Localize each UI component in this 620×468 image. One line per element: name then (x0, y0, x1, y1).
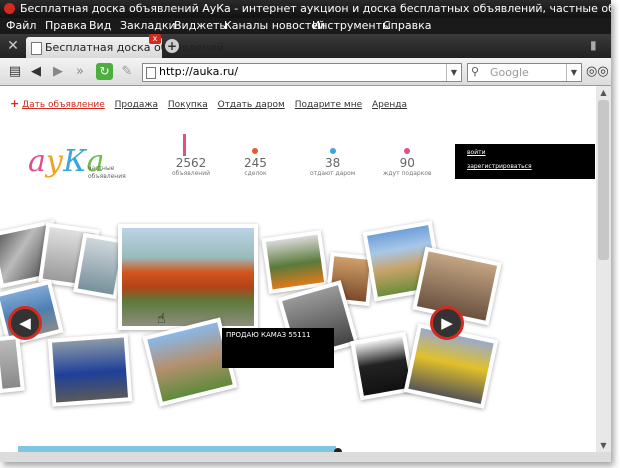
new-tab-button[interactable]: + (165, 39, 179, 53)
page-icon (146, 67, 156, 79)
stat-give-away: 38 отдают даром (310, 148, 356, 177)
vertical-scrollbar[interactable]: ▲ ▼ (596, 86, 611, 452)
nav-link-buy[interactable]: Покупка (168, 100, 208, 110)
site-nav: + Дать объявление Продажа Покупка Отдать… (10, 97, 414, 110)
menu-item-feeds[interactable]: Каналы новостей (224, 19, 325, 32)
hand-cursor-icon: ☝ (157, 311, 166, 327)
edit-pen-icon[interactable]: ✎ (118, 63, 136, 81)
arrow-left-icon[interactable]: ◀ (27, 63, 45, 81)
stat-wait-gifts: 90 ждут подарков (383, 148, 432, 177)
address-url: http://auka.ru/ (159, 65, 239, 78)
logo-letter: а (28, 144, 46, 179)
nav-link-gift-me[interactable]: Подарите мне (295, 100, 362, 110)
stat-value: 2562 (175, 156, 207, 170)
tagline-line: частные (88, 165, 115, 172)
window-title: Бесплатная доска объявлений АуКа - интер… (20, 2, 611, 15)
search-engine-label: Google (490, 66, 529, 79)
nav-link-post-ad[interactable]: Дать объявление (22, 100, 105, 110)
magnifier-icon: ⚲ (471, 65, 480, 78)
stat-dot (404, 148, 411, 154)
stat-value: 38 (325, 156, 341, 170)
logo-letter: у (45, 144, 64, 179)
nav-link-rent[interactable]: Аренда (372, 100, 407, 110)
stat-ads: 2562 объявлений (172, 156, 210, 177)
reload-icon[interactable]: ↻ (96, 63, 113, 80)
trash-icon[interactable]: ▮ (590, 38, 602, 53)
login-box: войти зарегистрироваться (455, 144, 595, 179)
stat-deals: 245 сделок (244, 148, 267, 177)
tab-close-icon[interactable]: x (149, 34, 161, 44)
tooltip-text: ПРОДАЮ КАМАЗ 55111 (226, 331, 311, 339)
page-viewport: + Дать объявление Продажа Покупка Отдать… (0, 86, 596, 452)
scroll-up-icon[interactable]: ▲ (596, 86, 611, 99)
nav-link-give-away[interactable]: Отдать даром (218, 100, 285, 110)
glasses-icon[interactable]: ◎◎ (586, 64, 609, 79)
carousel-next-icon[interactable]: ▶ (430, 306, 464, 340)
tab-label: Бесплатная доска объявлений (45, 41, 224, 54)
status-bar (0, 452, 611, 462)
search-field[interactable]: ⚲ Google ▼ (467, 63, 582, 82)
browser-window: Бесплатная доска объявлений АуКа - интер… (0, 0, 611, 462)
stat-bar-marker (183, 134, 186, 156)
stat-label: отдают даром (310, 170, 356, 177)
wrench-icon[interactable]: ✕ (4, 37, 22, 55)
menu-item-view[interactable]: Вид (89, 19, 111, 32)
address-field[interactable]: http://auka.ru/ ▼ (142, 63, 462, 82)
menu-item-tools[interactable]: Инструменты (312, 19, 391, 32)
scrollbar-thumb[interactable] (598, 100, 609, 260)
arrow-right-icon[interactable]: ▶ (49, 63, 67, 81)
photo-item[interactable] (0, 334, 25, 394)
title-bar: Бесплатная доска объявлений АуКа - интер… (0, 0, 611, 18)
menu-item-bookmarks[interactable]: Закладки (120, 19, 176, 32)
stat-label: объявлений (172, 170, 211, 177)
login-link[interactable]: войти (467, 149, 486, 156)
stat-label: сделок (244, 170, 267, 177)
opera-logo-icon (4, 3, 15, 14)
carousel-prev-icon[interactable]: ◀ (8, 306, 42, 340)
logo-tagline: частные объявления (88, 165, 126, 181)
menu-bar: Файл Правка Вид Закладки Виджеты Каналы … (0, 18, 611, 34)
logo-letter: К (63, 144, 87, 179)
photo-tool[interactable] (261, 230, 329, 294)
menu-item-help[interactable]: Справка (383, 19, 431, 32)
fast-forward-icon[interactable]: » (71, 63, 89, 81)
photo-kamaz-truck[interactable] (118, 224, 258, 330)
stat-label: ждут подарков (383, 170, 432, 177)
chevron-down-icon[interactable]: ▼ (566, 64, 581, 81)
page-icon (31, 42, 42, 55)
menu-item-edit[interactable]: Правка (45, 19, 87, 32)
chevron-down-icon[interactable]: ▼ (446, 64, 461, 81)
menu-item-widgets[interactable]: Виджеты (174, 19, 228, 32)
stat-value: 245 (244, 156, 267, 170)
add-icon: + (10, 97, 20, 110)
history-list-icon[interactable]: ▤ (6, 63, 24, 81)
menu-item-file[interactable]: Файл (6, 19, 36, 32)
stat-dot (252, 148, 259, 154)
tagline-line: объявления (88, 173, 126, 180)
stat-value: 90 (399, 156, 415, 170)
photo-car[interactable] (47, 333, 133, 407)
tab-auka[interactable]: Бесплатная доска объявлений x (26, 34, 224, 58)
scroll-down-icon[interactable]: ▼ (596, 439, 611, 452)
photo-tooltip: ПРОДАЮ КАМАЗ 55111 (222, 328, 334, 368)
register-link[interactable]: зарегистрироваться (467, 163, 532, 170)
nav-link-sale[interactable]: Продажа (115, 100, 158, 110)
stat-dot (329, 148, 336, 154)
